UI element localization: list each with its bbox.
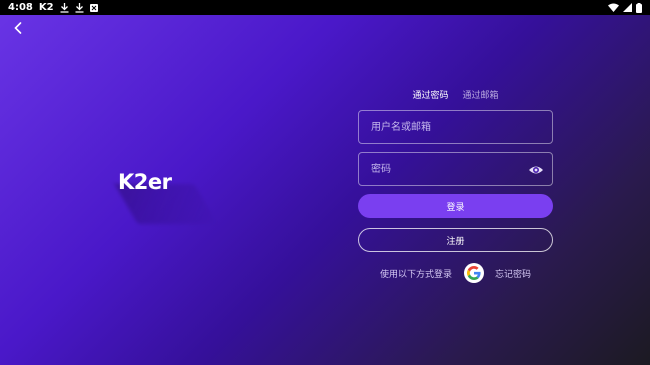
eye-icon[interactable] (528, 162, 544, 178)
login-screen: 4:08 K2 K2er 通过密码 通过邮箱 用户名或邮箱 登录 注册 使用以下… (0, 0, 650, 365)
google-icon (466, 266, 481, 280)
password-input[interactable] (369, 162, 542, 176)
download-icon (75, 2, 84, 13)
alt-login-label: 使用以下方式登录 (380, 269, 453, 280)
password-field (358, 152, 553, 186)
wifi-icon (608, 3, 619, 12)
tab-password[interactable]: 通过密码 (412, 88, 448, 101)
status-time: 4:08 (8, 2, 33, 13)
google-login-button[interactable] (463, 263, 484, 283)
status-bar: 4:08 K2 (0, 0, 650, 15)
username-field (358, 110, 553, 144)
login-panel: 通过密码 通过邮箱 登录 注册 使用以下方式登录 (358, 88, 553, 283)
chevron-left-icon (14, 22, 22, 34)
battery-icon (636, 2, 642, 13)
app-logo: K2er (114, 170, 218, 224)
signal-icon (623, 3, 632, 12)
tab-email[interactable]: 通过邮箱 (463, 88, 499, 101)
app-badge: K2 (38, 2, 54, 13)
notification-box-icon (89, 3, 98, 12)
username-input[interactable] (369, 120, 542, 134)
alt-login-row: 使用以下方式登录 忘记密码 (358, 263, 553, 283)
download-icon (60, 2, 69, 13)
login-button[interactable]: 登录 (358, 194, 553, 218)
forgot-password-link[interactable]: 忘记密码 (495, 267, 531, 280)
login-tabs: 通过密码 通过邮箱 (358, 88, 553, 101)
back-button[interactable] (8, 18, 28, 38)
logo-text: K2er (118, 170, 172, 194)
register-button[interactable]: 注册 (358, 228, 553, 252)
